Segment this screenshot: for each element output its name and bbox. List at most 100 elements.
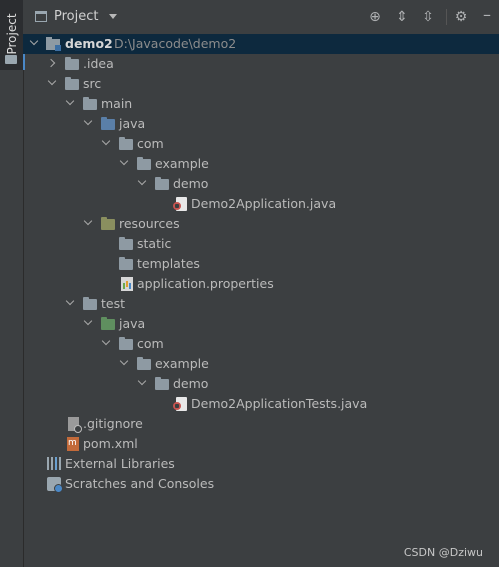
tree-node-src[interactable]: src (23, 74, 499, 94)
package-icon (137, 357, 151, 370)
tree-node-label: resources (119, 216, 180, 231)
tree-node-gitignore[interactable]: .gitignore (23, 414, 499, 434)
chevron-right-icon[interactable] (48, 54, 60, 74)
package-icon (155, 177, 169, 190)
test-source-folder-icon (101, 317, 115, 330)
package-icon (119, 137, 133, 150)
project-tree: demo2 D:\Javacode\demo2 .idea src main j… (23, 34, 499, 567)
chevron-down-icon[interactable] (137, 374, 149, 394)
tree-node-label: java (119, 316, 146, 331)
chevron-down-icon[interactable] (47, 74, 59, 94)
chevron-down-icon[interactable] (119, 354, 131, 374)
tree-node-main-java[interactable]: java (23, 114, 499, 134)
root-path: D:\Javacode\demo2 (114, 36, 237, 51)
tree-node-label: .gitignore (83, 416, 143, 431)
tree-node-templates[interactable]: templates (23, 254, 499, 274)
tree-node-label: src (83, 76, 102, 91)
tree-node-label: main (101, 96, 133, 111)
expand-all-icon[interactable]: ⇕ (393, 8, 411, 26)
tree-node-external-libraries[interactable]: External Libraries (23, 454, 499, 474)
gitignore-file-icon (68, 417, 82, 433)
tree-node-main[interactable]: main (23, 94, 499, 114)
tree-node-test-java[interactable]: java (23, 314, 499, 334)
tree-node-pom[interactable]: pom.xml (23, 434, 499, 454)
chevron-down-icon[interactable] (83, 214, 95, 234)
tree-node-static[interactable]: static (23, 234, 499, 254)
tree-node-label: .idea (83, 56, 114, 71)
tree-node-resources[interactable]: resources (23, 214, 499, 234)
chevron-down-icon[interactable] (29, 34, 41, 54)
tree-node-test-com[interactable]: com (23, 334, 499, 354)
tree-node-label: Demo2Application.java (191, 196, 337, 211)
folder-icon (83, 97, 97, 110)
chevron-down-icon[interactable] (83, 114, 95, 134)
root-name: demo2 (65, 36, 113, 51)
minimize-icon[interactable]: – (478, 7, 496, 26)
package-icon (119, 337, 133, 350)
tree-node-label: example (155, 356, 209, 371)
tree-node-label: com (137, 136, 164, 151)
project-view-icon (35, 11, 47, 22)
folder-icon (119, 257, 133, 270)
folder-icon (83, 297, 97, 310)
tree-node-test-app[interactable]: Demo2ApplicationTests.java (23, 394, 499, 414)
tree-node-label: templates (137, 256, 200, 271)
java-test-class-icon (173, 397, 187, 411)
folder-icon (65, 77, 79, 90)
module-icon (46, 37, 61, 51)
properties-file-icon (121, 277, 133, 291)
tree-node-label: demo (173, 176, 209, 191)
crosshair-icon[interactable]: ⊕ (366, 8, 384, 26)
chevron-down-icon[interactable] (65, 294, 77, 314)
tree-node-label: pom.xml (83, 436, 138, 451)
tree-node-label: demo (173, 376, 209, 391)
tree-node-test-example[interactable]: example (23, 354, 499, 374)
source-folder-icon (101, 117, 115, 130)
tree-node-label: Demo2ApplicationTests.java (191, 396, 368, 411)
tree-node-root[interactable]: demo2 D:\Javacode\demo2 (23, 34, 499, 54)
chevron-down-icon[interactable] (83, 314, 95, 334)
tree-node-test-demo[interactable]: demo (23, 374, 499, 394)
folder-icon (65, 57, 79, 70)
project-side-tab-label: Project (5, 13, 19, 55)
watermark: CSDN @Dziwu (403, 546, 483, 559)
scratches-icon (47, 477, 63, 493)
package-icon (155, 377, 169, 390)
tree-node-label: Scratches and Consoles (65, 476, 215, 491)
chevron-down-icon[interactable] (109, 14, 117, 19)
maven-pom-icon (67, 437, 79, 451)
resources-folder-icon (101, 217, 115, 230)
chevron-down-icon[interactable] (101, 334, 113, 354)
tree-node-idea[interactable]: .idea (23, 54, 499, 74)
chevron-down-icon[interactable] (65, 94, 77, 114)
chevron-down-icon[interactable] (101, 134, 113, 154)
tree-node-scratches[interactable]: Scratches and Consoles (23, 474, 499, 494)
tree-node-main-demo[interactable]: demo (23, 174, 499, 194)
package-icon (137, 157, 151, 170)
tree-node-label: java (119, 116, 146, 131)
tree-node-label: External Libraries (65, 456, 175, 471)
tree-node-label: application.properties (137, 276, 274, 291)
collapse-all-icon[interactable]: ⇳ (419, 8, 437, 26)
tree-node-main-app[interactable]: Demo2Application.java (23, 194, 499, 214)
tree-node-label: example (155, 156, 209, 171)
tree-node-app-properties[interactable]: application.properties (23, 274, 499, 294)
project-side-tab[interactable]: Project (0, 0, 25, 70)
chevron-down-icon[interactable] (119, 154, 131, 174)
project-tool-header: Project ⊕ ⇕ ⇳ ⚙ – (23, 0, 499, 35)
gear-icon[interactable]: ⚙ (452, 8, 470, 26)
libraries-icon (47, 457, 61, 470)
java-class-icon (173, 197, 187, 211)
chevron-down-icon[interactable] (137, 174, 149, 194)
folder-icon (119, 237, 133, 250)
tree-node-main-com[interactable]: com (23, 134, 499, 154)
left-tool-strip: Project (0, 0, 25, 567)
tree-node-main-example[interactable]: example (23, 154, 499, 174)
view-selector[interactable]: Project (54, 9, 98, 24)
tree-node-label: com (137, 336, 164, 351)
tree-node-label: test (101, 296, 126, 311)
toolbar-divider (446, 9, 447, 25)
tree-node-test[interactable]: test (23, 294, 499, 314)
folder-icon (5, 55, 17, 64)
tree-node-label: static (137, 236, 172, 251)
